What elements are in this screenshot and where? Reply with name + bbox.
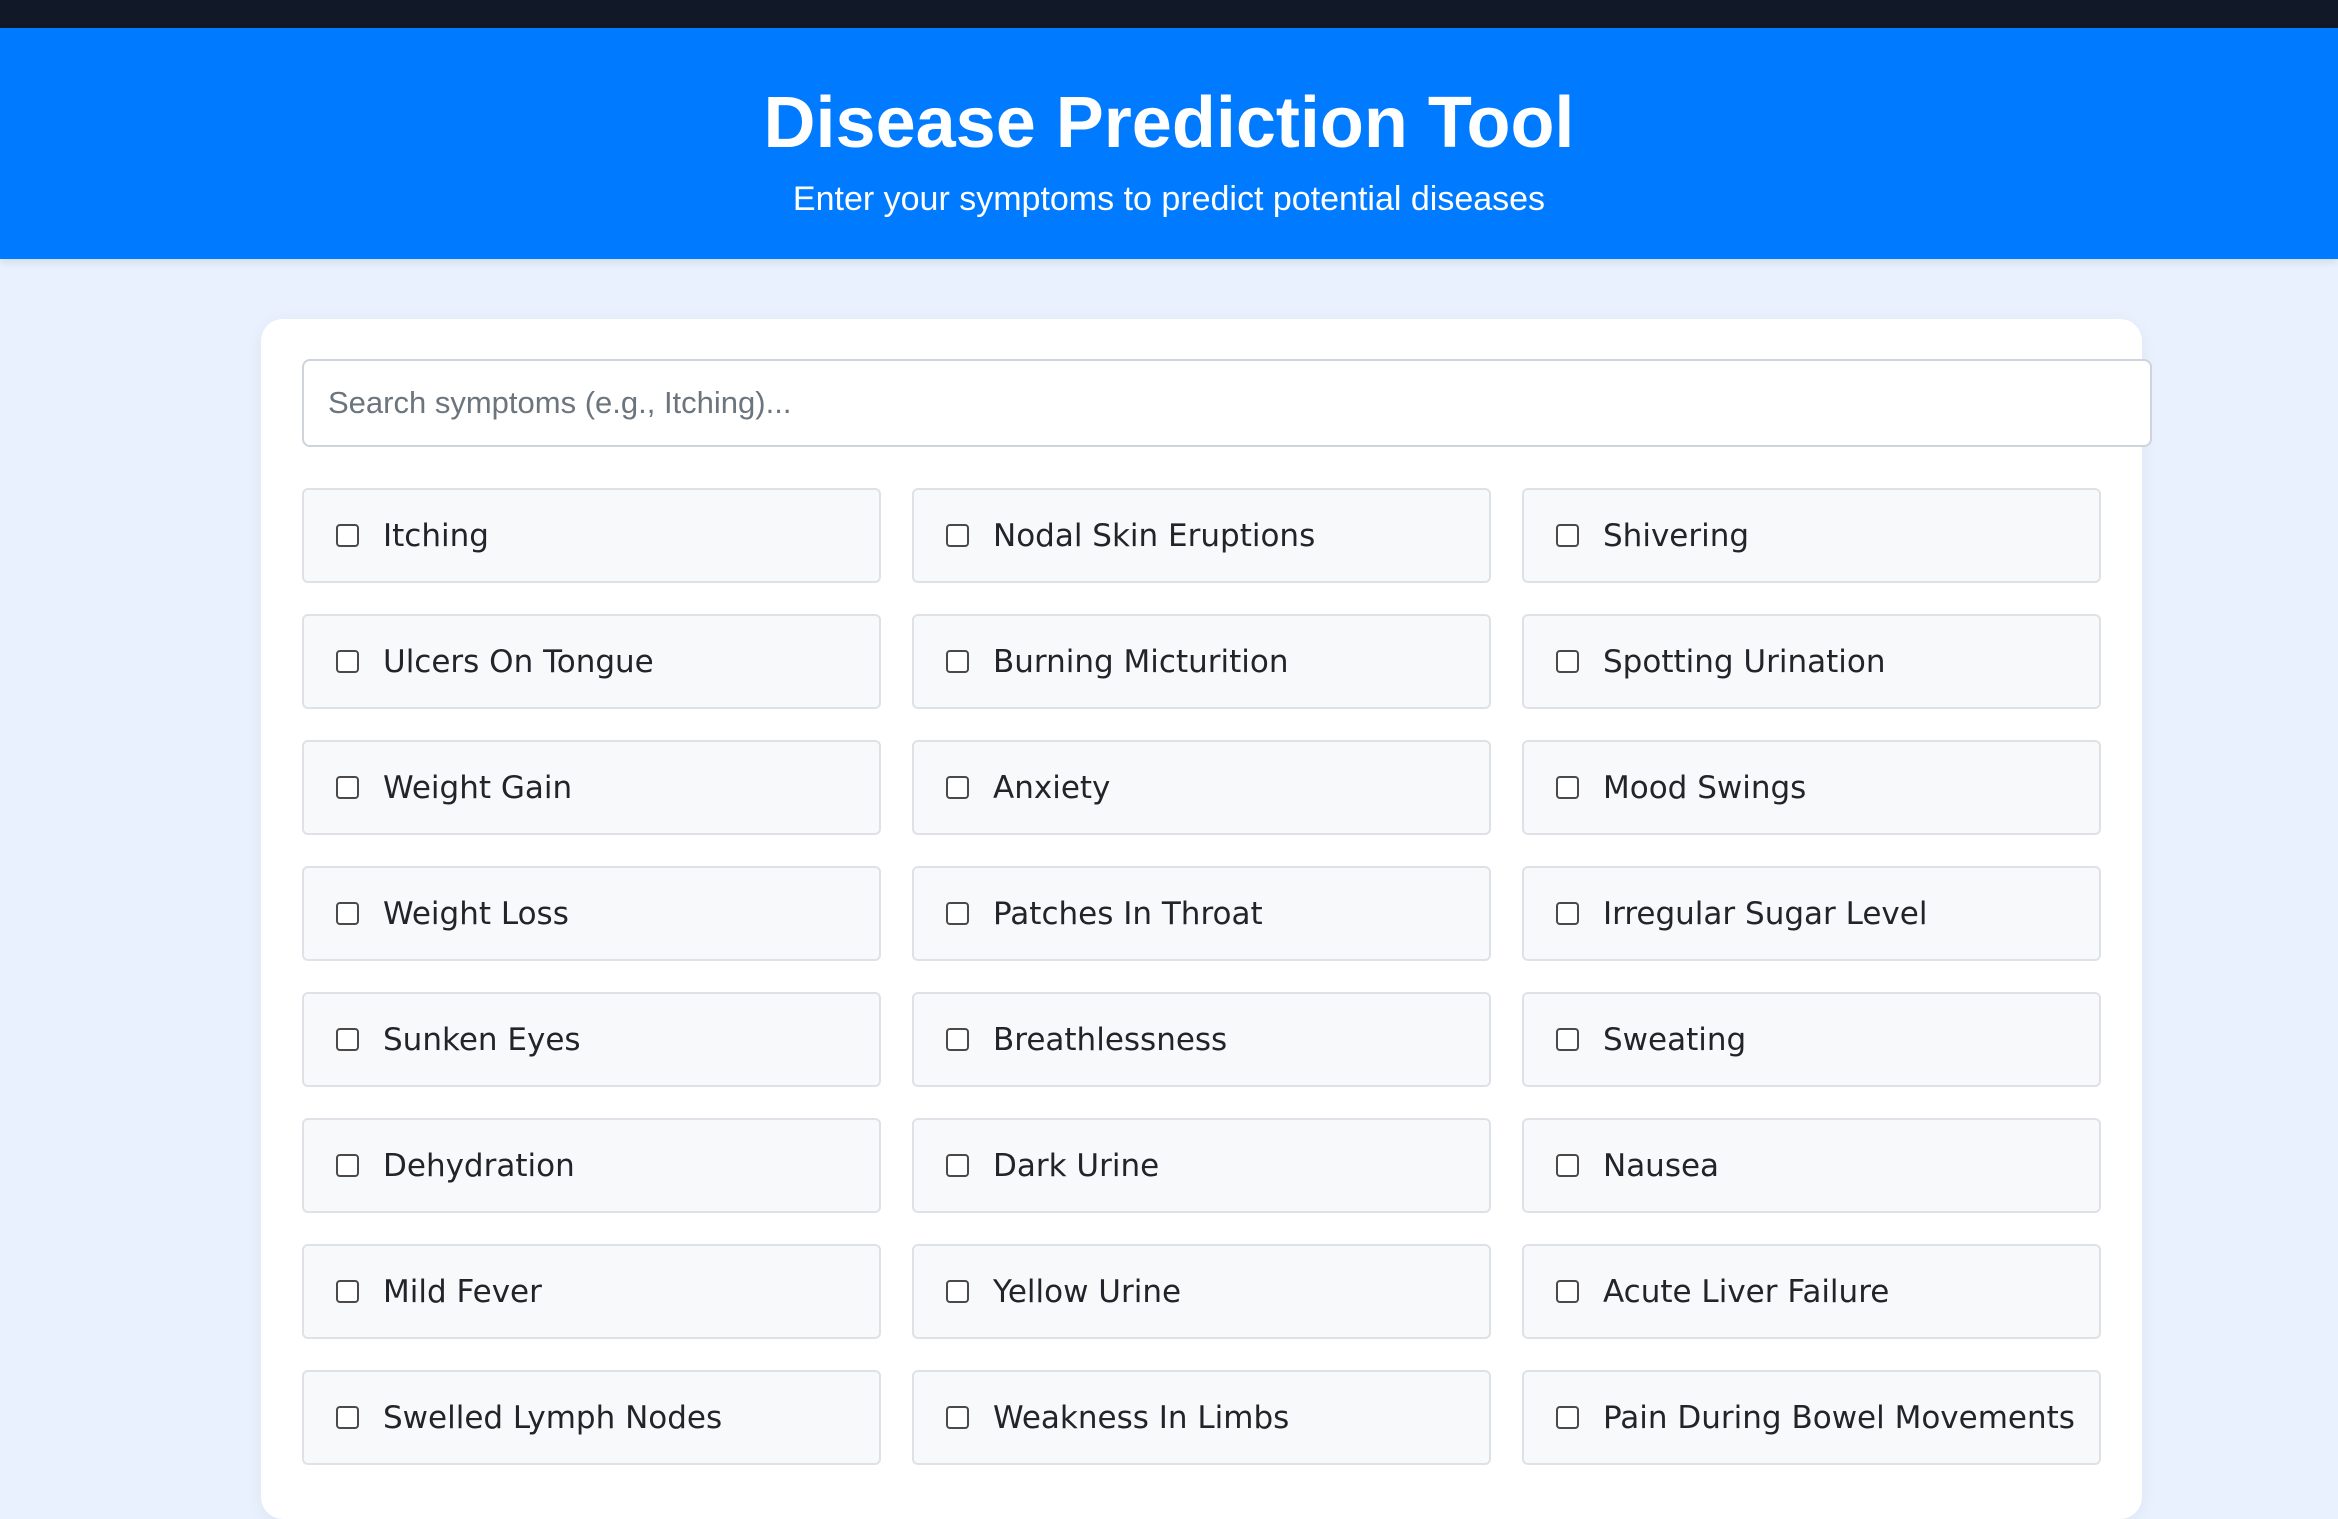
- symptom-checkbox[interactable]: [1556, 524, 1579, 547]
- browser-top-bar: [0, 0, 2338, 28]
- symptom-search-input[interactable]: [302, 359, 2152, 447]
- symptom-option[interactable]: Shivering: [1522, 488, 2101, 583]
- symptom-checkbox[interactable]: [946, 776, 969, 799]
- symptom-checkbox[interactable]: [336, 776, 359, 799]
- symptom-label: Weight Gain: [383, 769, 573, 806]
- symptom-label: Itching: [383, 517, 489, 554]
- symptom-option[interactable]: Spotting Urination: [1522, 614, 2101, 709]
- symptom-option[interactable]: Dehydration: [302, 1118, 881, 1213]
- symptom-option[interactable]: Acute Liver Failure: [1522, 1244, 2101, 1339]
- symptom-checkbox[interactable]: [336, 1028, 359, 1051]
- symptom-checkbox[interactable]: [1556, 776, 1579, 799]
- symptom-label: Nausea: [1603, 1147, 1720, 1184]
- symptom-option[interactable]: Irregular Sugar Level: [1522, 866, 2101, 961]
- symptom-label: Spotting Urination: [1603, 643, 1886, 680]
- symptom-option[interactable]: Pain During Bowel Movements: [1522, 1370, 2101, 1465]
- symptom-checkbox[interactable]: [336, 1154, 359, 1177]
- symptom-option[interactable]: Swelled Lymph Nodes: [302, 1370, 881, 1465]
- symptom-label: Mood Swings: [1603, 769, 1807, 806]
- symptom-checkbox[interactable]: [1556, 1028, 1579, 1051]
- symptom-label: Mild Fever: [383, 1273, 542, 1310]
- symptom-label: Breathlessness: [993, 1021, 1228, 1058]
- symptom-checkbox[interactable]: [946, 650, 969, 673]
- symptom-option[interactable]: Breathlessness: [912, 992, 1491, 1087]
- page-title: Disease Prediction Tool: [763, 83, 1575, 163]
- symptom-checkbox[interactable]: [1556, 902, 1579, 925]
- symptom-option[interactable]: Patches In Throat: [912, 866, 1491, 961]
- symptom-label: Nodal Skin Eruptions: [993, 517, 1316, 554]
- symptom-checkbox[interactable]: [1556, 1280, 1579, 1303]
- symptom-label: Weight Loss: [383, 895, 569, 932]
- symptom-label: Dehydration: [383, 1147, 575, 1184]
- symptom-option[interactable]: Mild Fever: [302, 1244, 881, 1339]
- symptom-label: Shivering: [1603, 517, 1750, 554]
- symptom-checkbox[interactable]: [1556, 1406, 1579, 1429]
- page-header: Disease Prediction Tool Enter your sympt…: [0, 28, 2338, 259]
- page-subtitle: Enter your symptoms to predict potential…: [792, 180, 1546, 218]
- symptom-label: Ulcers On Tongue: [383, 643, 654, 680]
- symptom-option[interactable]: Ulcers On Tongue: [302, 614, 881, 709]
- symptom-option[interactable]: Weakness In Limbs: [912, 1370, 1491, 1465]
- symptom-checkbox[interactable]: [946, 1280, 969, 1303]
- symptom-checkbox[interactable]: [336, 650, 359, 673]
- symptom-label: Patches In Throat: [993, 895, 1263, 932]
- symptom-checkbox[interactable]: [336, 524, 359, 547]
- symptom-option[interactable]: Nodal Skin Eruptions: [912, 488, 1491, 583]
- symptom-label: Weakness In Limbs: [993, 1399, 1290, 1436]
- symptom-checkbox[interactable]: [946, 1028, 969, 1051]
- symptom-option[interactable]: Mood Swings: [1522, 740, 2101, 835]
- symptom-label: Irregular Sugar Level: [1603, 895, 1928, 932]
- symptom-label: Yellow Urine: [993, 1273, 1182, 1310]
- symptom-label: Anxiety: [993, 769, 1111, 806]
- symptom-checkbox[interactable]: [946, 902, 969, 925]
- symptom-option[interactable]: Anxiety: [912, 740, 1491, 835]
- symptom-option[interactable]: Yellow Urine: [912, 1244, 1491, 1339]
- symptom-label: Sweating: [1603, 1021, 1747, 1058]
- symptom-checkbox[interactable]: [1556, 1154, 1579, 1177]
- symptom-checkbox[interactable]: [336, 902, 359, 925]
- symptom-checkbox[interactable]: [1556, 650, 1579, 673]
- symptom-label: Pain During Bowel Movements: [1603, 1399, 2075, 1436]
- symptom-checkbox[interactable]: [946, 1154, 969, 1177]
- symptom-label: Swelled Lymph Nodes: [383, 1399, 723, 1436]
- symptom-label: Burning Micturition: [993, 643, 1289, 680]
- symptom-grid: Itching Nodal Skin Eruptions Shivering Ulce…: [302, 488, 2102, 1465]
- symptom-option[interactable]: Weight Gain: [302, 740, 881, 835]
- symptom-checkbox[interactable]: [336, 1406, 359, 1429]
- symptom-option[interactable]: Dark Urine: [912, 1118, 1491, 1213]
- symptom-option[interactable]: Itching: [302, 488, 881, 583]
- symptom-checkbox[interactable]: [336, 1280, 359, 1303]
- symptom-option[interactable]: Weight Loss: [302, 866, 881, 961]
- symptom-label: Dark Urine: [993, 1147, 1160, 1184]
- symptom-label: Acute Liver Failure: [1603, 1273, 1890, 1310]
- symptom-option[interactable]: Sweating: [1522, 992, 2101, 1087]
- symptom-option[interactable]: Nausea: [1522, 1118, 2101, 1213]
- symptom-checkbox[interactable]: [946, 1406, 969, 1429]
- symptom-option[interactable]: Sunken Eyes: [302, 992, 881, 1087]
- symptom-option[interactable]: Burning Micturition: [912, 614, 1491, 709]
- symptom-label: Sunken Eyes: [383, 1021, 581, 1058]
- symptom-checkbox[interactable]: [946, 524, 969, 547]
